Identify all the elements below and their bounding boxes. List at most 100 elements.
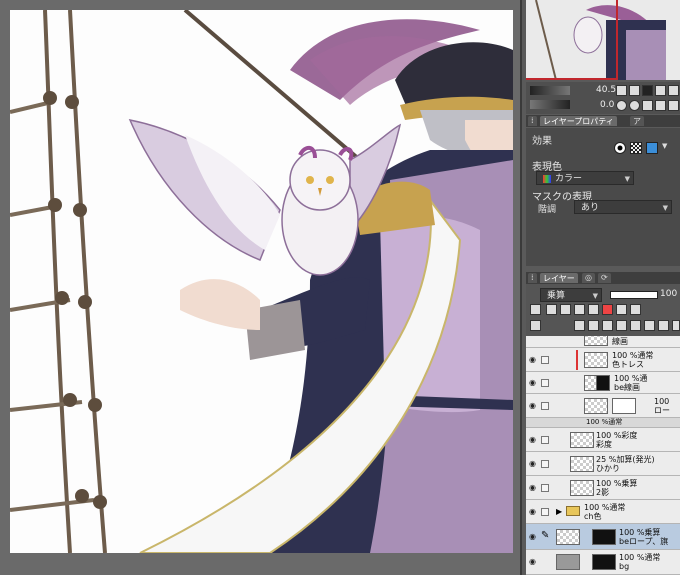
fit-view-icon[interactable] [642,85,653,96]
apply-mask-icon[interactable] [658,320,669,331]
layer-folder-row[interactable]: ◉ ▶ 100 %通常 ch色 [526,500,680,524]
layer-color-icon[interactable] [630,304,641,315]
layer-row[interactable]: ◉ 100 %通常 bg [526,550,680,575]
rotate-right-icon[interactable] [629,100,640,111]
tab-search-icon[interactable]: ◎ [582,273,595,283]
layer-checkbox[interactable] [541,356,549,364]
zoom-out-icon[interactable] [616,85,627,96]
actual-size-icon[interactable] [655,85,666,96]
blend-mode-select[interactable]: 乗算 ▼ [540,288,602,302]
layer-thumbnail [570,480,594,496]
rotate-slider[interactable] [530,100,570,109]
illustration [10,10,513,553]
layer-row-selected[interactable]: ◉ ✎ 100 %乗算 beロープ、旗 [526,524,680,550]
opacity-slider[interactable] [610,291,658,299]
layer-name: bg [619,562,630,571]
layer-checkbox[interactable] [541,508,549,516]
layer-mask-thumbnail [592,554,616,570]
mask-enable-icon[interactable] [602,304,613,315]
layer-row[interactable]: ◉ 25 %加算(発光) ひかり [526,452,680,476]
eye-icon[interactable]: ◉ [529,436,539,444]
eye-icon[interactable]: ◉ [529,402,539,410]
eye-icon[interactable]: ◉ [529,533,539,541]
expression-color-select[interactable]: カラー ▼ [536,171,634,185]
artwork-canvas[interactable] [10,10,513,553]
reference-layer-icon[interactable] [546,304,557,315]
layer-mode: 100 %通常 [619,553,661,562]
zoom-slider[interactable] [530,86,570,95]
layer-thumbnail [584,398,608,414]
ruler-icon[interactable] [616,304,627,315]
layer-thumbnail [556,529,580,545]
lock-icon[interactable] [574,304,585,315]
layer-property-tabstrip: ⁞ レイヤープロパティ ア [526,115,680,127]
gradation-select[interactable]: あり ▼ [574,200,672,214]
layer-checkbox[interactable] [541,379,549,387]
layer-row[interactable]: ◉ 100 %彩度 彩度 [526,428,680,452]
tab-layer-property[interactable]: レイヤープロパティ [540,116,617,126]
delete-layer-icon[interactable] [672,320,680,331]
flip-horizontal-icon[interactable] [655,100,666,111]
combine-down-icon[interactable] [630,320,641,331]
navigator-toolbar: 40.5 0.0 [526,82,680,114]
layer-panel-tabstrip: ⁞ レイヤー ◎ ⟳ [526,272,680,284]
eye-icon[interactable]: ◉ [529,356,539,364]
rotate-left-icon[interactable] [616,100,627,111]
layer-mask-thumbnail [596,375,610,391]
layer-name: ロー [654,406,670,415]
new-raster-layer-icon[interactable] [574,320,585,331]
layer-mode: 100 %乗算 [596,479,638,488]
draft-layer-icon[interactable] [560,304,571,315]
layer-mode: 100 %乗算 [619,528,661,537]
flip-vertical-icon[interactable] [668,100,679,111]
panel-grip-icon[interactable]: ⁞ [528,116,537,126]
layer-mode: 100 %通常 [586,418,623,426]
layer-list[interactable]: 線画 ◉ 100 %通常 色トレス ◉ 100 %通 be線画 ◉ 100 ロー… [526,336,680,575]
layer-mode: 25 %加算(発光) [596,455,655,464]
layer-mask-icon[interactable] [644,320,655,331]
transfer-down-icon[interactable] [616,320,627,331]
color-mode-icon [543,174,551,183]
layer-row[interactable]: ◉ 100 %通常 色トレス [526,348,680,372]
eye-icon[interactable]: ◉ [529,379,539,387]
layer-color-icon[interactable] [646,142,658,154]
layer-row[interactable]: 100 %通常 [526,418,680,428]
tab-auto-action[interactable]: ア [630,116,644,126]
layer-row[interactable]: 線画 [526,336,680,348]
layer-row[interactable]: ◉ 100 %乗算 2影 [526,476,680,500]
layer-name: be線画 [614,383,640,392]
navigator-preview[interactable] [526,0,680,80]
border-effect-icon[interactable] [614,142,626,154]
eye-icon[interactable]: ◉ [529,484,539,492]
new-folder-icon[interactable] [602,320,613,331]
eye-icon[interactable]: ◉ [529,508,539,516]
panel-grip-icon[interactable]: ⁞ [528,273,537,283]
layer-row[interactable]: ◉ 100 ロー [526,394,680,418]
clip-lower-icon[interactable] [530,304,541,315]
layer-row[interactable]: ◉ 100 %通 be線画 [526,372,680,394]
lock-alpha-icon[interactable] [588,304,599,315]
layer-thumbnail [570,456,594,472]
eye-icon[interactable]: ◉ [529,558,539,566]
layer-checkbox[interactable] [541,460,549,468]
chevron-down-icon[interactable]: ▼ [662,142,667,150]
layer-checkbox[interactable] [541,484,549,492]
reset-rotation-icon[interactable] [642,100,653,111]
layer-mode: 100 [654,397,670,406]
canvas-area[interactable] [0,0,520,575]
effect-label: 効果 [532,136,552,147]
navigator-view-frame[interactable] [526,0,618,80]
layer-name: ch色 [584,512,602,521]
tab-history-icon[interactable]: ⟳ [598,273,611,283]
layer-checkbox[interactable] [541,436,549,444]
new-vector-layer-icon[interactable] [588,320,599,331]
zoom-in-icon[interactable] [629,85,640,96]
chevron-right-icon[interactable]: ▶ [556,507,562,516]
tone-effect-icon[interactable] [630,142,642,154]
eye-icon[interactable]: ◉ [529,460,539,468]
layer-checkbox[interactable] [541,402,549,410]
layer-menu-icon[interactable] [530,320,541,331]
layer-mask-thumbnail [592,529,616,545]
fit-width-icon[interactable] [668,85,679,96]
tab-layer[interactable]: レイヤー [540,273,578,283]
